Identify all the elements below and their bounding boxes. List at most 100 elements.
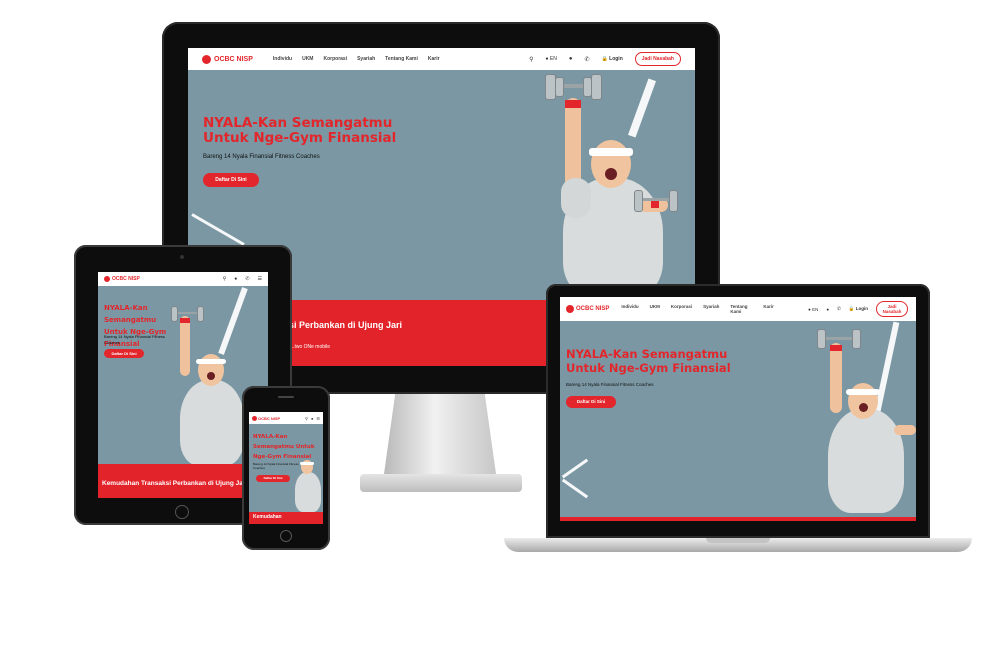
desktop-header: OCBC NISP Individu UKM Korporasi Syariah… <box>188 48 695 70</box>
dumbbell-icon <box>170 306 204 322</box>
phone-speaker <box>278 396 294 398</box>
main-nav: Individu UKM Korporasi Syariah Tentang K… <box>273 56 440 62</box>
decor-stripe <box>191 213 245 246</box>
promo-bar: Kemudahan <box>249 512 323 524</box>
menu-icon[interactable]: ☰ <box>258 276 262 282</box>
hero-title-line2: Untuk Nge-Gym Finansial <box>203 130 397 146</box>
laptop-header: OCBC NISP Individu UKM Korporasi Syariah… <box>560 297 916 321</box>
hero-man-image <box>543 68 688 308</box>
hero-cta-button[interactable]: Daftar Di Sini <box>203 173 259 187</box>
promo-bar <box>560 517 916 521</box>
menu-icon[interactable]: ☰ <box>316 416 320 421</box>
hero-man-image <box>814 325 916 521</box>
laptop-notch <box>706 538 770 543</box>
search-icon[interactable]: ⚲ <box>305 416 308 421</box>
promo-bar-title: Kemudahan Transaksi Perbankan di Ujung J… <box>102 480 248 487</box>
globe-icon[interactable]: ● <box>234 276 237 282</box>
hero-subtitle: Bareng 14 Nyala Finansial Fitness Coache… <box>566 382 654 387</box>
phone-icon[interactable]: ✆ <box>584 56 589 63</box>
logo-text: OCBC NISP <box>576 306 610 312</box>
phone-cta-button[interactable]: Daftar Di Sini <box>256 475 290 482</box>
logo-icon <box>566 305 574 313</box>
header-icons: ⚲ ● EN ● ✆ 🔒 Login Jadi Nasabah <box>529 52 681 66</box>
nav-individu[interactable]: Individu <box>621 304 638 314</box>
dumbbell-icon <box>816 329 861 349</box>
laptop-screen: OCBC NISP Individu UKM Korporasi Syariah… <box>560 297 916 521</box>
logo-text: OCBC NISP <box>112 276 140 282</box>
dumbbell-icon <box>633 190 679 212</box>
nav-tentang-kami[interactable]: Tentang Kami <box>385 56 418 62</box>
nav-karir[interactable]: Karir <box>763 304 774 314</box>
header-icons: ⚲ ● ☰ <box>305 416 320 421</box>
promo-bar-title: Kemudahan <box>253 514 282 520</box>
logo[interactable]: OCBC NISP <box>104 276 140 282</box>
nav-korporasi[interactable]: Korporasi <box>671 304 692 314</box>
login-link[interactable]: 🔒 Login <box>602 56 623 62</box>
dumbbell-icon <box>543 74 603 100</box>
login-label: Login <box>609 56 623 62</box>
hero-title-line1: NYALA-Kan Semangatmu <box>203 115 393 131</box>
hero-title-line1: NYALA-Kan Semangatmu <box>566 347 728 361</box>
search-icon[interactable]: ⚲ <box>223 276 227 282</box>
lang-label: EN <box>812 306 819 312</box>
tablet-camera <box>180 255 184 259</box>
man-headband <box>589 148 633 156</box>
hero-subtitle: Bareng 14 Nyala Finansial Fitness Coache… <box>203 154 320 160</box>
logo-text: OCBC NISP <box>214 55 253 63</box>
phone-device: OCBC NISP ⚲ ● ☰ NYALA-Kan Semangatmu Unt… <box>242 386 330 550</box>
promo-bar-title: esi Perbankan di Ujung Jari <box>284 320 403 330</box>
lang-switch[interactable]: ● EN <box>808 307 818 312</box>
logo-text: OCBC NISP <box>258 415 281 421</box>
laptop-lid: OCBC NISP Individu UKM Korporasi Syariah… <box>546 284 930 538</box>
main-nav: Individu UKM Korporasi Syariah Tentang K… <box>621 304 774 314</box>
nav-ukm[interactable]: UKM <box>302 56 313 62</box>
man-sleeve <box>561 178 591 218</box>
tablet-cta-button[interactable]: Daftar Di Sini <box>104 349 144 358</box>
nav-individu[interactable]: Individu <box>273 56 292 62</box>
man-arm <box>565 98 581 188</box>
chat-icon[interactable]: ● <box>569 56 573 62</box>
lang-switch[interactable]: ● EN <box>545 56 556 62</box>
hero-title: NYALA-Kan Semangatmu Untuk Nge-Gym Finan… <box>203 116 396 146</box>
tablet-hero-subtitle: Bareng 14 Nyala Finansial Fitness Coache… <box>104 334 165 345</box>
logo-icon <box>104 276 110 282</box>
monitor-neck <box>384 394 496 474</box>
logo-icon <box>252 415 257 421</box>
phone-header: OCBC NISP ⚲ ● ☰ <box>249 412 323 424</box>
phone-home-button[interactable] <box>280 530 292 542</box>
search-icon[interactable]: ⚲ <box>529 56 533 63</box>
man-mouth <box>605 168 617 180</box>
nav-karir[interactable]: Karir <box>428 56 440 62</box>
chat-icon[interactable]: ● <box>826 307 829 312</box>
phone-icon[interactable]: ✆ <box>245 276 249 282</box>
decor-stripe <box>561 478 589 499</box>
phone-icon[interactable]: ✆ <box>837 306 841 312</box>
tablet-header: OCBC NISP ⚲ ● ✆ ☰ <box>98 272 268 286</box>
nav-syariah[interactable]: Syariah <box>357 56 375 62</box>
decor-stripe <box>561 458 589 479</box>
tablet-home-button[interactable] <box>175 505 189 519</box>
hero-title: NYALA-Kan Semangatmu Untuk Nge-Gym Finan… <box>566 347 731 375</box>
globe-icon[interactable]: ● <box>311 416 313 421</box>
header-icons: ● EN ● ✆ 🔒 Login Jadi Nasabah <box>808 301 908 317</box>
login-link[interactable]: 🔒 Login <box>849 306 868 312</box>
lang-label: EN <box>549 56 557 62</box>
nav-syariah[interactable]: Syariah <box>703 304 719 314</box>
hero-man-image <box>293 432 323 514</box>
logo[interactable]: OCBC NISP <box>202 54 253 64</box>
logo[interactable]: OCBC NISP <box>566 305 609 313</box>
open-account-button[interactable]: Jadi Nasabah <box>634 52 681 66</box>
man-wristband <box>565 100 581 108</box>
open-account-button[interactable]: Jadi Nasabah <box>876 301 908 317</box>
nav-korporasi[interactable]: Korporasi <box>323 56 347 62</box>
logo[interactable]: OCBC NISP <box>252 415 281 421</box>
header-icons: ⚲ ● ✆ ☰ <box>223 276 262 282</box>
nav-tentang-kami[interactable]: Tentang Kami <box>730 304 752 314</box>
hero-cta-button[interactable]: Daftar Di Sini <box>566 396 616 408</box>
phone-screen: OCBC NISP ⚲ ● ☰ NYALA-Kan Semangatmu Unt… <box>249 412 323 524</box>
monitor-base <box>360 474 522 492</box>
hero-title-line2: Untuk Nge-Gym Finansial <box>566 361 731 375</box>
nav-ukm[interactable]: UKM <box>650 304 660 314</box>
logo-icon <box>202 54 211 64</box>
login-label: Login <box>855 306 868 311</box>
